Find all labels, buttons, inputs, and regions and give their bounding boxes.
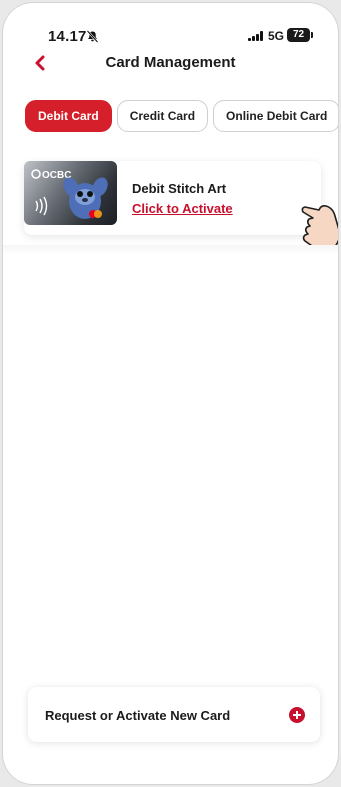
status-time: 14.17 [48, 28, 87, 45]
request-new-card-button[interactable]: Request or Activate New Card [28, 687, 320, 742]
tab-online-debit-card[interactable]: Online Debit Card [213, 100, 338, 132]
card-artwork-icon: OCBC [31, 169, 108, 219]
debit-card-image: OCBC [24, 161, 117, 225]
tab-credit-card[interactable]: Credit Card [116, 100, 209, 132]
cellular-signal-icon [248, 31, 263, 41]
phone-screen: 14.17 5G 72 Card Management Debit Card C… [3, 3, 338, 784]
status-bar: 14.17 5G 72 [3, 3, 338, 47]
card-list-item[interactable]: OCBC Debit Stitch Art Click to Activate [24, 161, 321, 235]
page-header: Card Management [3, 51, 338, 77]
tab-debit-card[interactable]: Debit Card [25, 100, 112, 132]
activate-card-link[interactable]: Click to Activate [132, 201, 233, 216]
network-type: 5G [268, 29, 285, 43]
battery-indicator: 72 [287, 28, 313, 42]
card-type-tabs: Debit Card Credit Card Online Debit Card [25, 100, 338, 132]
card-name: Debit Stitch Art [132, 181, 227, 196]
section-divider [3, 245, 338, 255]
silent-mode-icon [86, 30, 99, 43]
plus-circle-icon [289, 707, 305, 723]
request-new-card-label: Request or Activate New Card [45, 708, 231, 723]
page-title: Card Management [105, 54, 236, 71]
